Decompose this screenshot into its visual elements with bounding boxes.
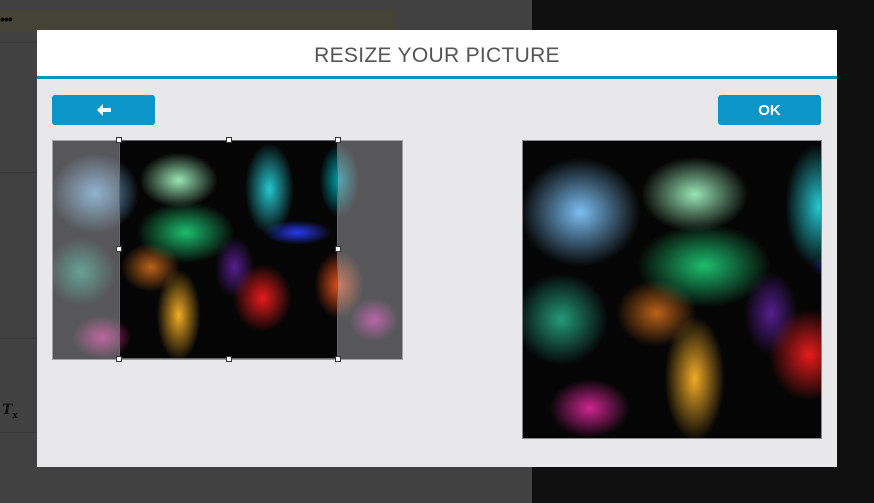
resize-picture-dialog: RESIZE YOUR PICTURE OK	[37, 30, 837, 467]
crop-handle-bottom[interactable]	[226, 356, 232, 362]
crop-selection[interactable]	[116, 137, 341, 362]
back-button[interactable]	[52, 95, 155, 125]
dialog-title: RESIZE YOUR PICTURE	[314, 44, 560, 67]
dialog-header: RESIZE YOUR PICTURE	[37, 30, 837, 79]
crop-mask-right	[338, 140, 403, 360]
crop-handle-bottom-right[interactable]	[335, 356, 341, 362]
crop-mask-left	[52, 140, 119, 360]
crop-handle-top-right[interactable]	[335, 137, 341, 143]
crop-handle-top[interactable]	[226, 137, 232, 143]
ok-button[interactable]: OK	[718, 95, 821, 125]
crop-editor[interactable]	[52, 137, 403, 362]
crop-handle-left[interactable]	[116, 246, 122, 252]
crop-preview-image	[522, 140, 822, 439]
arrow-left-icon	[96, 104, 111, 116]
crop-handle-top-left[interactable]	[116, 137, 122, 143]
crop-handle-bottom-left[interactable]	[116, 356, 122, 362]
crop-handle-right[interactable]	[335, 246, 341, 252]
